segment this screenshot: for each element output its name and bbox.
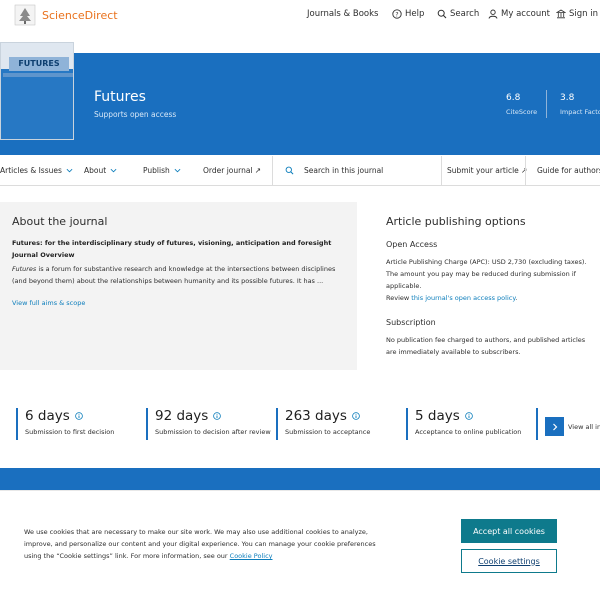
subnav-label: About <box>84 166 107 175</box>
info-icon[interactable] <box>464 412 473 420</box>
chevron-down-icon <box>110 168 117 173</box>
subnav-label: Publish <box>143 166 170 175</box>
subnav-label: Order journal ↗ <box>203 166 262 175</box>
apc-text: Article Publishing Charge (APC): USD 2,7… <box>386 258 587 290</box>
view-all-button[interactable] <box>545 417 564 436</box>
view-aims-scope-link[interactable]: View full aims & scope <box>12 299 85 307</box>
about-tagline: Futures: for the interdisciplinary study… <box>12 239 332 247</box>
nav-journals-books[interactable]: Journals & Books <box>307 9 378 19</box>
elsevier-tree-icon <box>14 4 36 26</box>
svg-text:?: ? <box>395 11 398 18</box>
nav-label: Help <box>405 9 425 19</box>
stat-online-publication: 5 days Acceptance to online publication <box>406 408 521 440</box>
institution-icon <box>556 9 566 19</box>
nav-search[interactable]: Search <box>437 9 479 19</box>
submit-article-link[interactable]: Submit your article ↗ <box>447 166 527 175</box>
journal-cover: FUTURES <box>0 42 74 140</box>
accept-all-cookies-button[interactable]: Accept all cookies <box>461 519 557 543</box>
guide-for-authors-link[interactable]: Guide for authors <box>537 166 600 175</box>
chevron-right-icon <box>552 423 557 430</box>
review-prefix: Review <box>386 294 412 302</box>
search-icon <box>285 166 294 175</box>
open-access-heading: Open Access <box>386 240 438 249</box>
citescore-label: CiteScore <box>506 108 538 116</box>
nav-help[interactable]: ? Help <box>392 9 424 19</box>
journal-title[interactable]: Futures <box>94 89 146 105</box>
journal-overview-label: Journal Overview <box>12 251 75 259</box>
cover-title: FUTURES <box>9 57 69 71</box>
cover-strip <box>3 73 73 77</box>
stat-decision-after-review: 92 days Submission to decision after rev… <box>146 408 271 440</box>
brand-name: ScienceDirect <box>42 8 118 22</box>
nav-label: Journals & Books <box>307 9 379 19</box>
journal-banner <box>0 53 600 155</box>
subnav-separator <box>441 156 442 186</box>
nav-label: Sign in <box>569 9 598 19</box>
subnav-label: Articles & Issues <box>0 166 62 175</box>
open-access-policy-link[interactable]: this journal's open access policy <box>411 294 515 302</box>
subscription-heading: Subscription <box>386 318 436 327</box>
subnav-separator <box>272 156 273 186</box>
sciencedirect-logo[interactable]: ScienceDirect <box>14 4 118 26</box>
metric-divider <box>546 90 547 118</box>
review-suffix: . <box>515 294 518 302</box>
about-description-text: is a forum for substantive research and … <box>12 265 336 285</box>
search-placeholder: Search in this journal <box>304 166 384 175</box>
journal-search-input[interactable]: Search in this journal <box>285 166 383 175</box>
cookie-message: We use cookies that are necessary to mak… <box>24 528 376 560</box>
about-description: Futures is a forum for substantive resea… <box>12 263 352 287</box>
stat-value: 92 days <box>155 408 209 424</box>
open-access-label: Supports open access <box>94 110 177 119</box>
nav-sign-in[interactable]: Sign in <box>556 9 598 19</box>
subnav-label: Guide for authors <box>537 166 600 175</box>
subnav-publish[interactable]: Publish <box>143 166 181 175</box>
nav-label: Search <box>450 9 480 19</box>
help-icon: ? <box>392 9 402 19</box>
chevron-down-icon <box>174 168 181 173</box>
stat-first-decision: 6 days Submission to first decision <box>16 408 114 440</box>
stat-acceptance: 263 days Submission to acceptance <box>276 408 370 440</box>
cookie-policy-link[interactable]: Cookie Policy <box>230 552 273 560</box>
journal-name-italic: Futures <box>12 265 37 273</box>
stat-value: 263 days <box>285 408 347 424</box>
view-all-label[interactable]: View all in <box>568 423 600 431</box>
stat-value: 5 days <box>415 408 460 424</box>
subnav-articles-issues[interactable]: Articles & Issues <box>0 166 73 175</box>
about-heading: About the journal <box>12 215 108 228</box>
nav-my-account[interactable]: My account <box>488 9 550 19</box>
impact-factor-label: Impact Factor <box>560 108 600 116</box>
stat-label: Submission to acceptance <box>285 428 371 436</box>
citescore-value[interactable]: 6.8 <box>506 93 520 103</box>
subnav-label: Submit your article ↗ <box>447 166 528 175</box>
info-icon[interactable] <box>74 412 83 420</box>
footer-blue-band <box>0 468 600 490</box>
info-icon[interactable] <box>213 412 222 420</box>
stat-value: 6 days <box>25 408 70 424</box>
open-access-text: Article Publishing Charge (APC): USD 2,7… <box>386 256 596 304</box>
info-icon[interactable] <box>352 412 360 420</box>
subnav-order-journal[interactable]: Order journal ↗ <box>203 166 261 175</box>
subnav-separator <box>525 156 526 186</box>
stat-label: Acceptance to online publication <box>415 428 522 436</box>
cookie-settings-button[interactable]: Cookie settings <box>461 549 557 573</box>
publishing-options-heading: Article publishing options <box>386 215 526 228</box>
user-icon <box>488 9 498 19</box>
nav-label: My account <box>501 9 550 19</box>
journal-subnav: Articles & Issues About Publish Order jo… <box>0 156 600 186</box>
stat-label: Submission to decision after review <box>155 428 271 436</box>
impact-factor-value[interactable]: 3.8 <box>560 93 574 103</box>
subscription-text: No publication fee charged to authors, a… <box>386 336 586 356</box>
subnav-about[interactable]: About <box>84 166 117 175</box>
cookie-text: We use cookies that are necessary to mak… <box>24 526 384 562</box>
search-icon <box>437 9 447 19</box>
stat-label: Submission to first decision <box>25 428 115 436</box>
chevron-down-icon <box>66 168 73 173</box>
top-header: ScienceDirect Journals & Books ? Help Se… <box>0 0 600 38</box>
stat-divider <box>536 408 538 440</box>
